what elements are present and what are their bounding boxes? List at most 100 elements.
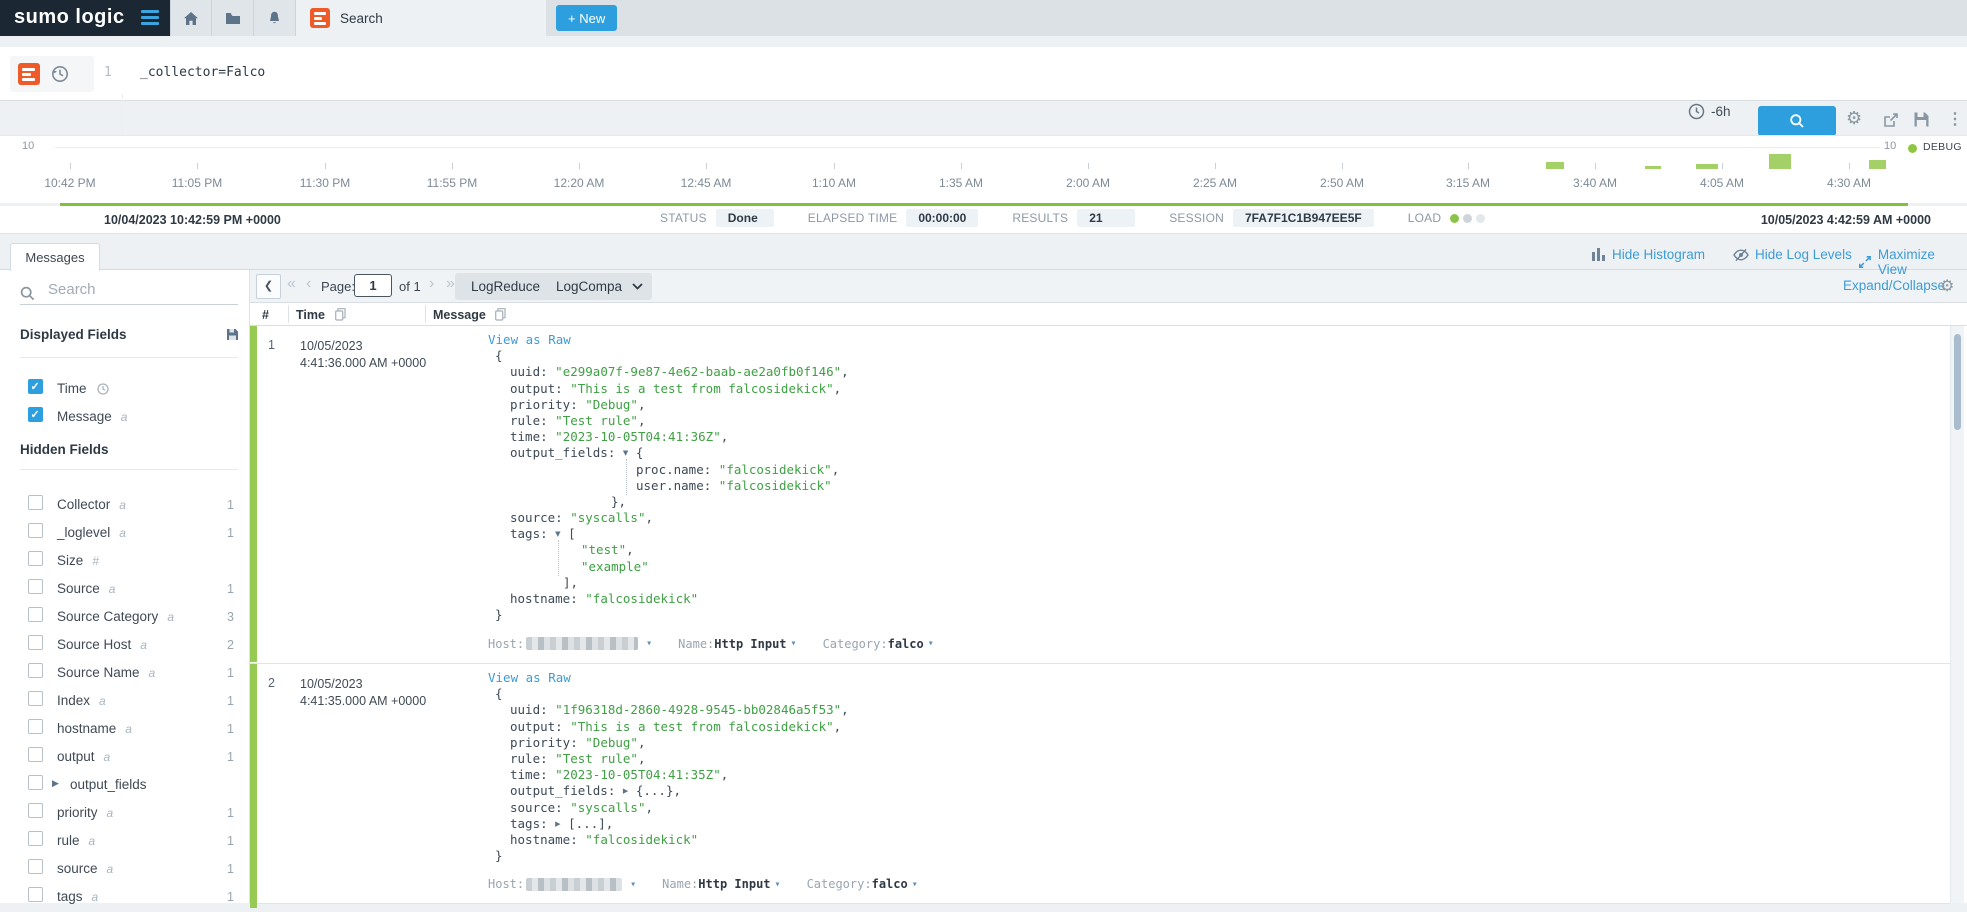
hide-log-levels-link[interactable]: Hide Log Levels [1733,247,1852,262]
save-fields-icon[interactable] [226,328,239,341]
field-checkbox[interactable] [28,607,43,622]
chevron-down-icon [632,283,643,290]
field-row-tags[interactable]: tagsa1 [0,884,250,912]
field-checkbox[interactable] [28,859,43,874]
page-of-label: of 1 [399,279,421,294]
page-number-input[interactable] [354,274,392,297]
field-checkbox[interactable] [28,719,43,734]
field-row-message[interactable]: Messagea [0,404,250,432]
json-punct: ], [563,575,578,590]
field-row-index[interactable]: Indexa1 [0,688,250,716]
histogram-bar-debug[interactable] [1696,164,1718,169]
host-value-redacted[interactable] [526,637,638,650]
field-checkbox[interactable] [28,747,43,762]
maximize-view-link[interactable]: Maximize View [1858,247,1967,277]
field-row-rule[interactable]: rulea1 [0,828,250,856]
next-page-button[interactable]: › [429,275,434,293]
field-checkbox[interactable] [28,691,43,706]
histogram-bar-debug[interactable] [1769,154,1791,169]
search-doc-icon[interactable] [18,63,40,85]
field-row-hostname[interactable]: hostnamea1 [0,716,250,744]
hide-histogram-link[interactable]: Hide Histogram [1592,247,1705,262]
expand-collapse-link[interactable]: Expand/Collapse [1843,278,1945,293]
field-row-source[interactable]: sourcea1 [0,856,250,884]
save-icon[interactable] [1913,111,1930,128]
field-row-output-fields[interactable]: ▶output_fields [0,772,250,800]
scrollbar-thumb[interactable] [1954,334,1961,430]
tab-search[interactable]: Search [296,0,546,36]
name-group[interactable]: Name:Http Input▾ [662,877,780,891]
collapse-sidebar-button[interactable]: ❮ [256,274,281,299]
json-key: uuid [510,702,540,717]
field-row-time[interactable]: Time [0,376,250,404]
view-as-raw-link[interactable]: View as Raw [488,332,849,348]
bracket-guide [558,540,559,576]
category-dropdown-caret[interactable]: ▾ [912,879,918,890]
kebab-menu-icon[interactable]: ⋮ [1947,109,1963,129]
field-row-collector[interactable]: Collectora1 [0,492,250,520]
settings-gear-icon[interactable]: ⚙ [1846,108,1862,129]
field-row-size[interactable]: Size# [0,548,250,576]
field-row-source-category[interactable]: Source Categorya3 [0,604,250,632]
category-dropdown-caret[interactable]: ▾ [928,638,934,649]
field-checkbox[interactable] [28,831,43,846]
field-checkbox[interactable] [28,495,43,510]
histogram-panel: 10 10 DEBUG 10:42 PM11:05 PM11:30 PM11:5… [0,135,1967,203]
fields-search-input[interactable] [46,280,230,299]
library-button[interactable] [212,0,254,36]
name-dropdown-caret[interactable]: ▾ [791,638,797,649]
tab-messages[interactable]: Messages [10,243,100,271]
first-page-button[interactable]: « [287,275,296,293]
json-value: "falcosidekick" [585,591,698,606]
json-line: tags: ▼ [ [488,526,849,542]
field-row-priority[interactable]: prioritya1 [0,800,250,828]
category-group[interactable]: Category:falco▾ [807,877,918,891]
field-checkbox[interactable] [28,407,43,422]
host-value-redacted[interactable] [526,878,622,891]
field-row-source-name[interactable]: Source Namea1 [0,660,250,688]
field-label: Time [57,381,87,396]
host-dropdown-caret[interactable]: ▾ [646,638,652,649]
name-group[interactable]: Name:Http Input▾ [678,637,796,651]
hamburger-menu-icon[interactable] [141,10,161,26]
field-checkbox[interactable] [28,803,43,818]
field-checkbox[interactable] [28,551,43,566]
view-as-raw-link[interactable]: View as Raw [488,670,849,686]
host-dropdown-caret[interactable]: ▾ [630,879,636,890]
field-label: sourcea [57,861,113,876]
field-checkbox[interactable] [28,379,43,394]
query-icon-group [10,56,94,92]
copy-message-icon[interactable] [495,308,506,321]
table-settings-gear-icon[interactable]: ⚙ [1940,276,1954,295]
logcompare-caret-button[interactable] [622,273,652,300]
field-row-output[interactable]: outputa1 [0,744,250,772]
home-button[interactable] [170,0,212,36]
expand-caret-icon[interactable]: ▶ [52,778,59,789]
histogram-bar-debug[interactable] [1869,160,1886,169]
field-checkbox[interactable] [28,579,43,594]
category-group[interactable]: Category:falco▾ [823,637,934,651]
field-checkbox[interactable] [28,887,43,902]
x-axis-tick [1088,163,1089,169]
prev-page-button[interactable]: ‹ [306,275,311,293]
field-row-source[interactable]: Sourcea1 [0,576,250,604]
copy-time-icon[interactable] [335,308,346,321]
notifications-button[interactable] [254,0,296,36]
new-button[interactable]: + New [556,5,617,31]
last-page-button[interactable]: » [446,275,455,293]
share-icon[interactable] [1882,111,1900,129]
field-checkbox[interactable] [28,663,43,678]
field-checkbox[interactable] [28,635,43,650]
field-row-source-host[interactable]: Source Hosta2 [0,632,250,660]
query-history-icon[interactable] [50,64,70,84]
histogram-bar-debug[interactable] [1546,162,1564,169]
field-checkbox[interactable] [28,523,43,538]
histogram-bar-debug[interactable] [1645,166,1661,169]
field-checkbox[interactable] [28,775,43,790]
query-input[interactable]: _collector=Falco [140,65,265,80]
run-search-button[interactable] [1758,106,1836,136]
field-row--loglevel[interactable]: _loglevela1 [0,520,250,548]
messages-tab-label: Messages [25,250,84,265]
name-dropdown-caret[interactable]: ▾ [775,879,781,890]
time-range-selector[interactable]: -6h [1688,103,1731,120]
